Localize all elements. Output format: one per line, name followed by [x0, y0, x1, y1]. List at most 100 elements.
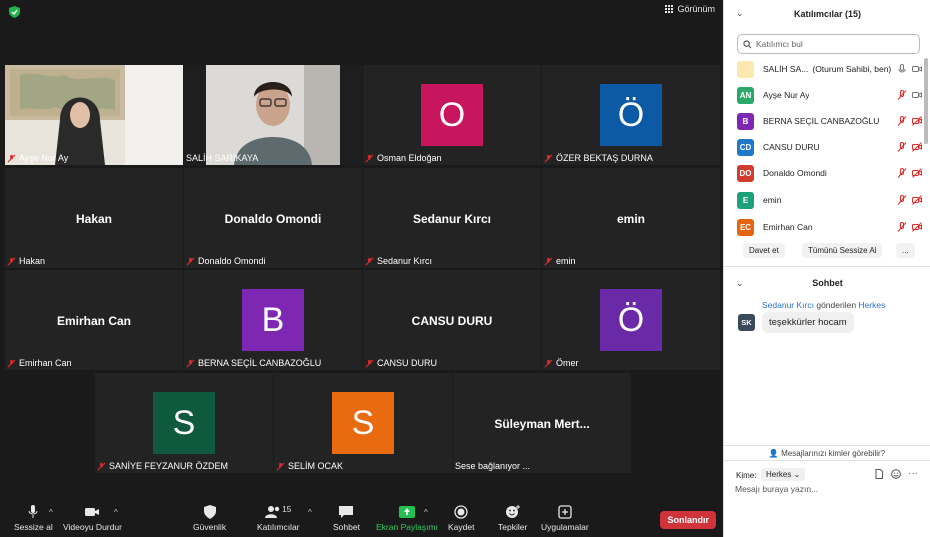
security-shield-icon: [203, 505, 216, 519]
muted-mic-icon: [365, 359, 374, 367]
participant-name-display: Emirhan Can: [56, 314, 131, 328]
muted-mic-icon: [544, 257, 553, 265]
participant-row[interactable]: E emin: [737, 191, 922, 209]
invite-button[interactable]: Davet et: [743, 243, 785, 258]
microphone-icon[interactable]: [897, 64, 907, 74]
participant-row[interactable]: B BERNA SEÇİL CANBAZOĞLU: [737, 112, 922, 130]
muted-mic-icon: [186, 257, 195, 265]
tile-name-label: Hakan: [7, 256, 45, 266]
share-screen-button[interactable]: Ekran Paylaşımı: [376, 505, 438, 532]
participant-row[interactable]: DO Donaldo Omondi: [737, 164, 922, 182]
video-tile[interactable]: Donaldo Omondi Donaldo Omondi: [184, 168, 362, 268]
participant-avatar: S: [153, 392, 215, 454]
muted-mic-icon[interactable]: [897, 168, 907, 178]
encryption-shield-icon[interactable]: [9, 6, 20, 18]
tile-name-label: Ayşe Nur Ay: [7, 153, 68, 163]
muted-mic-icon[interactable]: [897, 142, 907, 152]
video-tile[interactable]: Ayşe Nur Ay: [5, 65, 183, 165]
video-options-caret-icon[interactable]: ^: [114, 508, 118, 517]
message-sender[interactable]: Sedanur Kırcı: [762, 300, 814, 310]
participant-row[interactable]: AN Ayşe Nur Ay: [737, 86, 922, 104]
participants-button[interactable]: 15 Katılımcılar: [257, 505, 300, 532]
muted-mic-icon[interactable]: [897, 116, 907, 126]
file-icon[interactable]: [874, 469, 884, 479]
muted-mic-icon: [544, 154, 553, 162]
video-tile[interactable]: S SANİYE FEYZANUR ÖZDEM: [95, 373, 273, 473]
participant-name-display: Hakan: [75, 212, 113, 226]
video-camera-icon[interactable]: [912, 90, 922, 100]
participants-title: Katılımcılar (15): [793, 9, 862, 19]
reactions-button[interactable]: Tepkiler: [498, 505, 527, 532]
message-recipient[interactable]: Herkes: [858, 300, 885, 310]
mute-all-button[interactable]: Tümünü Sessize Al: [802, 243, 883, 258]
participant-search-input[interactable]: [756, 39, 906, 49]
more-options-button[interactable]: ...: [896, 243, 915, 258]
video-tile[interactable]: Emirhan Can Emirhan Can: [5, 270, 183, 370]
video-off-icon[interactable]: [912, 168, 922, 178]
muted-mic-icon[interactable]: [897, 195, 907, 205]
video-tile[interactable]: Ö ÖZER BEKTAŞ DURNA: [542, 65, 720, 165]
video-camera-icon[interactable]: [912, 64, 922, 74]
end-meeting-button[interactable]: Sonlandır: [660, 511, 716, 529]
participant-avatar: S: [332, 392, 394, 454]
search-icon: [743, 39, 752, 48]
participant-avatar: B: [737, 112, 754, 130]
participant-row[interactable]: CD CANSU DURU: [737, 138, 922, 156]
participant-avatar: CD: [737, 138, 754, 156]
record-icon: [454, 505, 468, 519]
side-panel: ⌄ Katılımcılar (15) SALİH SA... (Oturum …: [723, 0, 930, 537]
participants-scrollbar[interactable]: [924, 58, 928, 144]
participant-search-box[interactable]: [737, 34, 920, 54]
meeting-toolbar: Sessize al ^ Videoyu Durdur ^ Güvenlik 1…: [0, 499, 723, 537]
participant-row[interactable]: EC Emirhan Can: [737, 218, 922, 236]
to-label: Kime:: [736, 471, 757, 480]
participants-count: 15: [282, 505, 292, 514]
video-tile[interactable]: Ö Ömer: [542, 270, 720, 370]
share-options-caret-icon[interactable]: ^: [424, 508, 428, 517]
tile-name-label: Sedanur Kırcı: [365, 256, 432, 266]
video-tile[interactable]: B BERNA SEÇİL CANBAZOĞLU: [184, 270, 362, 370]
chat-message-input[interactable]: [735, 484, 920, 494]
video-off-icon[interactable]: [912, 222, 922, 232]
security-button[interactable]: Güvenlik: [193, 505, 226, 532]
video-off-icon[interactable]: [912, 195, 922, 205]
participant-name-display: Sedanur Kırcı: [412, 212, 492, 226]
video-tile[interactable]: S SELİM OCAK: [274, 373, 452, 473]
tile-name-label: Osman Eldoğan: [365, 153, 442, 163]
participants-options-caret-icon[interactable]: ^: [308, 508, 312, 517]
chat-button[interactable]: Sohbet: [333, 505, 360, 532]
tile-name-label: Emirhan Can: [7, 358, 72, 368]
record-button[interactable]: Kaydet: [448, 505, 474, 532]
video-off-icon[interactable]: [912, 116, 922, 126]
chat-tools: ···: [874, 469, 918, 479]
who-can-see-link[interactable]: 👤 Mesajlarınızı kimler görebilir?: [724, 445, 930, 458]
participant-row[interactable]: SALİH SA... (Oturum Sahibi, ben): [737, 60, 922, 78]
participant-avatar: Ö: [600, 84, 662, 146]
video-tile[interactable]: Süleyman Mert... Sese bağlanıyor ...: [453, 373, 631, 473]
apps-button[interactable]: Uygulamalar: [541, 505, 589, 532]
muted-mic-icon: [365, 257, 374, 265]
more-icon[interactable]: ···: [908, 469, 918, 479]
video-tile[interactable]: Hakan Hakan: [5, 168, 183, 268]
video-tile[interactable]: CANSU DURU CANSU DURU: [363, 270, 541, 370]
muted-mic-icon: [365, 154, 374, 162]
participants-header: ⌄ Katılımcılar (15): [724, 0, 930, 28]
grid-view-icon: [665, 5, 674, 13]
mute-button[interactable]: Sessize al: [14, 505, 53, 532]
video-off-icon[interactable]: [912, 142, 922, 152]
muted-mic-icon[interactable]: [897, 90, 907, 100]
mute-options-caret-icon[interactable]: ^: [49, 508, 53, 517]
tile-name-label: BERNA SEÇİL CANBAZOĞLU: [186, 358, 321, 368]
video-tile[interactable]: O Osman Eldoğan: [363, 65, 541, 165]
muted-mic-icon[interactable]: [897, 222, 907, 232]
recipient-dropdown[interactable]: Herkes ⌄: [761, 468, 806, 481]
participant-name-display: CANSU DURU: [411, 314, 493, 328]
video-tile[interactable]: emin emin: [542, 168, 720, 268]
video-tile-active-speaker[interactable]: SALİH SARIKAYA: [184, 65, 362, 165]
view-label: Görünüm: [677, 4, 715, 14]
view-button[interactable]: Görünüm: [665, 4, 715, 14]
video-tile[interactable]: Sedanur Kırcı Sedanur Kırcı: [363, 168, 541, 268]
chat-bubble-icon: [339, 506, 354, 518]
emoji-icon[interactable]: [891, 469, 901, 479]
chevron-down-icon: ⌄: [793, 470, 801, 479]
